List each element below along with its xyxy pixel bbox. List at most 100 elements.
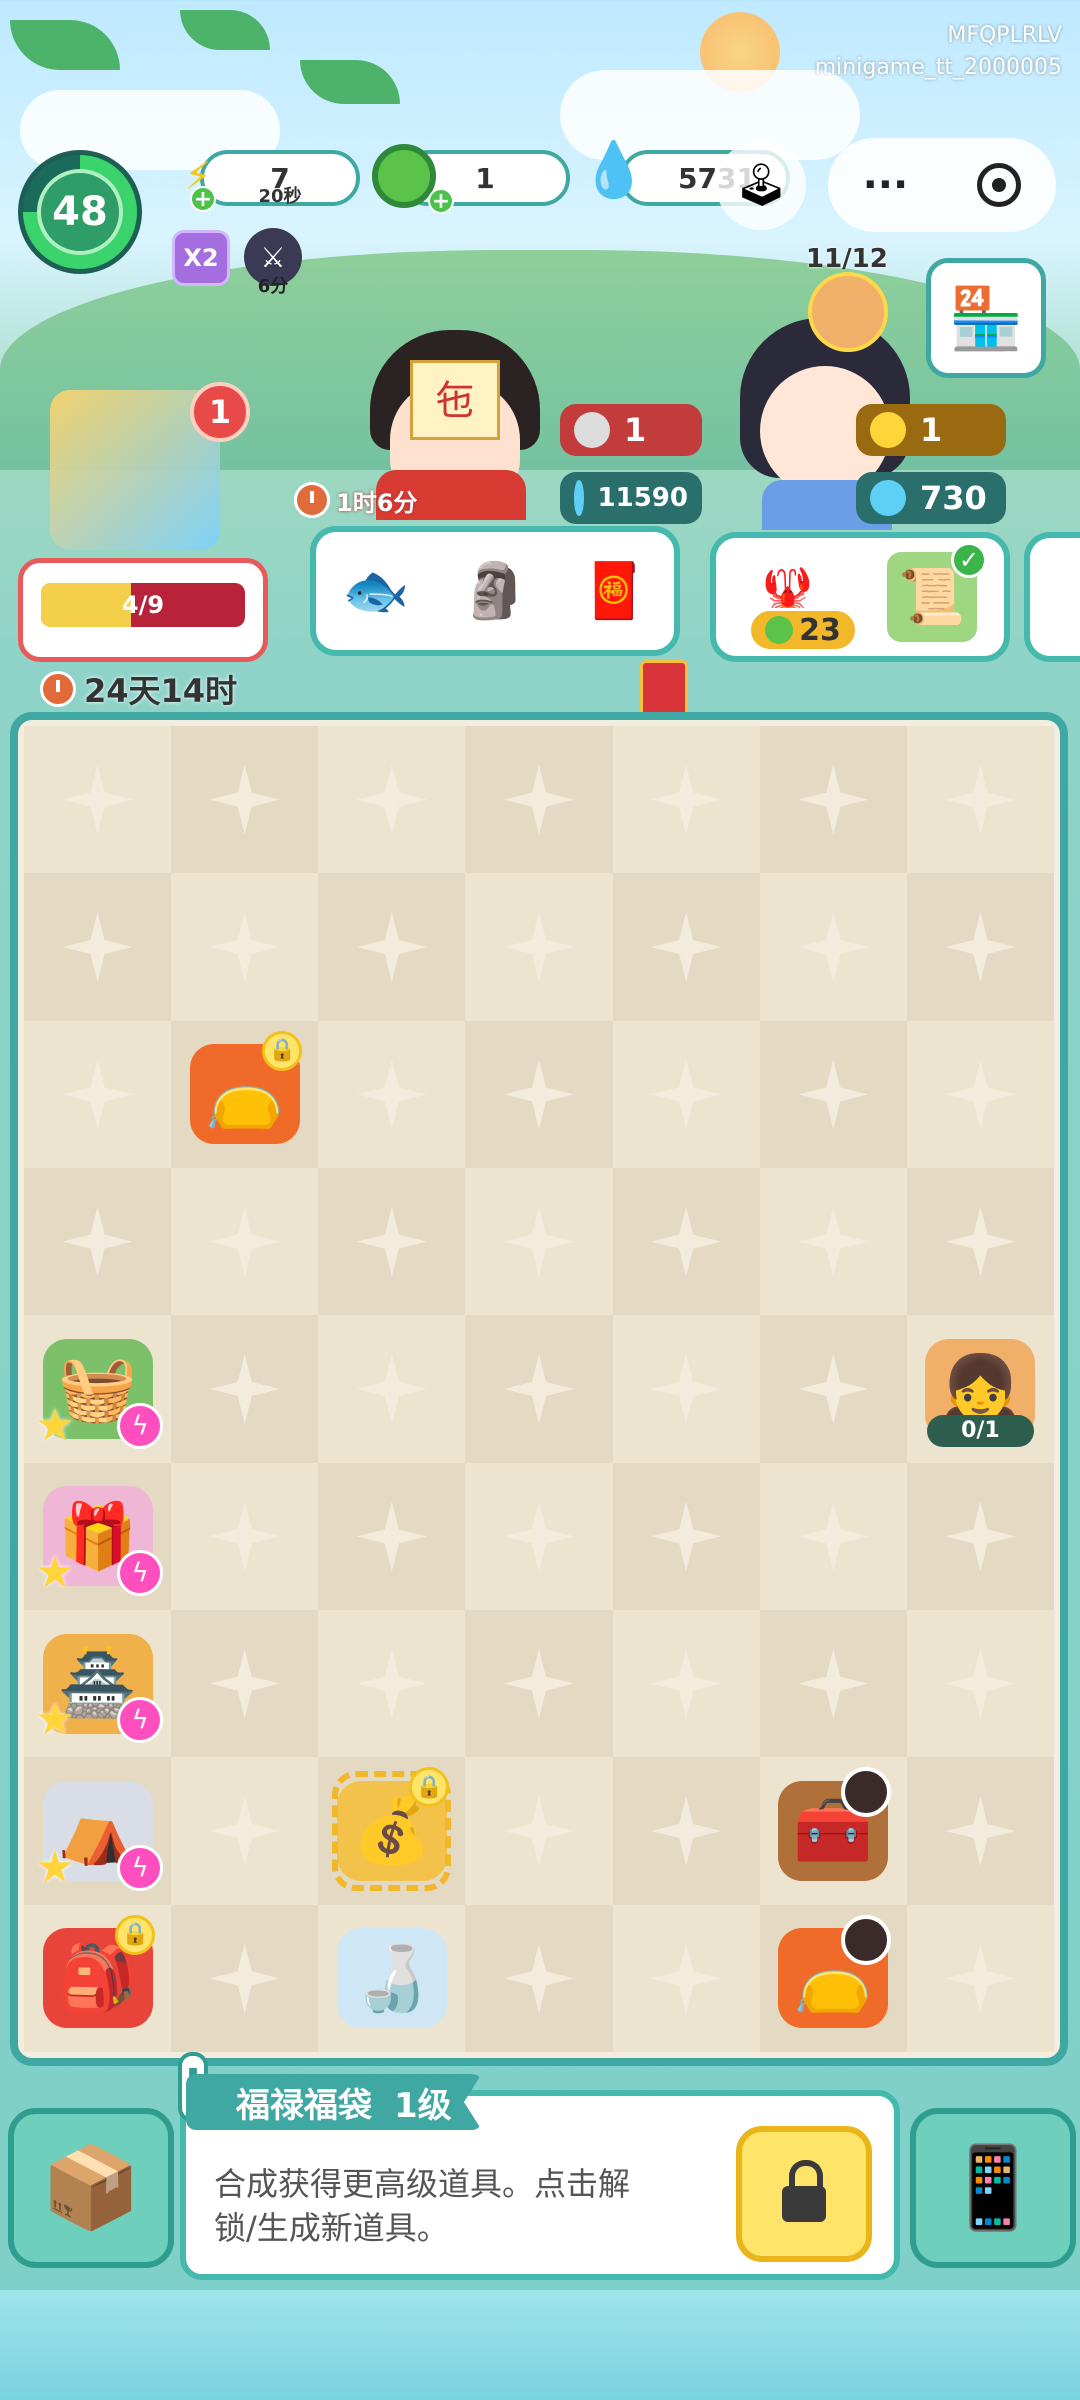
board-cell[interactable] — [612, 873, 760, 1021]
board-cell[interactable]: 🏯 ★ ϟ — [24, 1609, 172, 1758]
board-cell[interactable] — [906, 873, 1054, 1021]
circle-dot-icon — [992, 178, 1007, 192]
player-level-badge[interactable]: 48 — [18, 150, 142, 274]
board-cell[interactable] — [906, 1462, 1054, 1610]
board-cell[interactable]: 🎒 🔒 — [24, 1904, 172, 2052]
lock-icon: 🔒 — [115, 1914, 156, 1955]
board-cell[interactable] — [171, 726, 319, 874]
board-cell[interactable] — [24, 726, 172, 874]
board-cell[interactable] — [318, 873, 466, 1021]
board-cell[interactable] — [906, 1609, 1054, 1758]
board-cell[interactable] — [612, 1609, 760, 1758]
unlock-button[interactable] — [736, 2126, 872, 2262]
board-cell[interactable]: 🎁 ★ ϟ — [24, 1462, 172, 1610]
board-cell[interactable] — [465, 726, 613, 874]
board-cell[interactable]: ⛺ ★ ϟ — [24, 1757, 172, 1905]
board-cell[interactable] — [318, 1167, 466, 1316]
board-cell[interactable] — [465, 1757, 613, 1905]
energy-bolt-icon: ϟ — [117, 1844, 164, 1891]
board-cell[interactable] — [465, 1020, 613, 1168]
map-phone-button[interactable]: 📱 — [910, 2108, 1076, 2268]
board-cell[interactable] — [465, 1904, 613, 2052]
empty-slot-sparkle-icon — [651, 764, 722, 835]
board-cell[interactable] — [171, 1167, 319, 1316]
board-cell[interactable] — [612, 1167, 760, 1316]
board-cell[interactable] — [318, 1020, 466, 1168]
board-cell[interactable] — [465, 1315, 613, 1463]
board-cell[interactable] — [759, 1315, 907, 1463]
order-reward-badge: 23 — [748, 608, 858, 652]
board-cell[interactable] — [612, 726, 760, 874]
player-level-value: 48 — [37, 169, 123, 255]
board-cell[interactable] — [318, 1462, 466, 1610]
board-cell[interactable] — [759, 726, 907, 874]
order-card[interactable]: 🐟 🗿 🧧 — [310, 526, 680, 656]
double-buff-badge[interactable]: X2 — [172, 230, 230, 286]
order-card-partial[interactable] — [1024, 532, 1080, 662]
joystick-icon[interactable]: 🕹 — [716, 140, 806, 230]
board-cell[interactable] — [171, 1315, 319, 1463]
board-cell[interactable] — [906, 1020, 1054, 1168]
event-timer: 24天14时 — [40, 666, 237, 712]
board-cell[interactable] — [906, 1904, 1054, 2052]
close-miniapp-button[interactable] — [977, 163, 1022, 207]
board-cell[interactable] — [906, 1757, 1054, 1905]
board-cell[interactable] — [171, 1904, 319, 2052]
board-cell[interactable] — [906, 1167, 1054, 1316]
board-cell[interactable] — [318, 1315, 466, 1463]
reward-value: 1 — [624, 411, 647, 449]
board-cell[interactable]: 👧 0/1 — [906, 1315, 1054, 1463]
board-cell[interactable] — [24, 1167, 172, 1316]
board-cell[interactable]: 👝 — [759, 1904, 907, 2052]
empty-slot-sparkle-icon — [798, 1206, 869, 1277]
board-cell[interactable]: 👝 🔒 — [171, 1020, 319, 1168]
storage-box-button[interactable]: 📦 — [8, 2108, 174, 2268]
empty-slot-sparkle-icon — [651, 1795, 722, 1866]
board-cell[interactable] — [171, 1609, 319, 1758]
board-cell[interactable] — [759, 1167, 907, 1316]
board-cell[interactable] — [24, 1020, 172, 1168]
cooldown-clock-icon — [840, 1914, 891, 1965]
empty-slot-sparkle-icon — [62, 911, 133, 982]
star-icon: ★ — [35, 1399, 75, 1451]
board-cell[interactable] — [318, 1609, 466, 1758]
board-cell[interactable] — [612, 1315, 760, 1463]
shop-button[interactable]: 🏪 — [926, 258, 1046, 378]
board-cell[interactable] — [759, 1609, 907, 1758]
board-cell[interactable]: 💰 🔒 — [318, 1757, 466, 1905]
empty-slot-sparkle-icon — [945, 1501, 1016, 1572]
empty-slot-sparkle-icon — [651, 1206, 722, 1277]
empty-slot-sparkle-icon — [945, 1206, 1016, 1277]
board-cell[interactable] — [465, 1609, 613, 1758]
board-cell[interactable] — [318, 726, 466, 874]
padlock-icon — [782, 2160, 826, 2222]
board-cell[interactable] — [465, 873, 613, 1021]
board-cell[interactable] — [465, 1462, 613, 1610]
board-cell[interactable] — [171, 873, 319, 1021]
board-cell[interactable]: 🧺 ★ ϟ — [24, 1315, 172, 1463]
board-cell[interactable] — [759, 873, 907, 1021]
board-cell[interactable] — [171, 1757, 319, 1905]
board-cell[interactable]: 🍶 — [318, 1904, 466, 2052]
more-menu-button[interactable]: ··· — [863, 162, 909, 208]
board-cell[interactable] — [24, 873, 172, 1021]
board-cell[interactable] — [612, 1757, 760, 1905]
board-cell[interactable] — [612, 1904, 760, 2052]
empty-slot-sparkle-icon — [62, 764, 133, 835]
board-cell[interactable] — [612, 1020, 760, 1168]
empty-slot-sparkle-icon — [356, 764, 427, 835]
board-cell[interactable]: 🧰 — [759, 1757, 907, 1905]
board-cell[interactable] — [759, 1020, 907, 1168]
empty-slot-sparkle-icon — [503, 1059, 574, 1130]
board-cell[interactable] — [906, 726, 1054, 874]
sunflower-customer-avatar[interactable] — [808, 272, 888, 352]
playground-progress-card[interactable]: 4/9 — [18, 558, 268, 662]
board-cell[interactable] — [465, 1167, 613, 1316]
add-coin-button[interactable]: + — [428, 188, 454, 214]
board-cell[interactable] — [612, 1462, 760, 1610]
board-cell[interactable] — [171, 1462, 319, 1610]
empty-slot-sparkle-icon — [503, 1353, 574, 1424]
board-cell[interactable] — [759, 1462, 907, 1610]
glass-bottle-icon[interactable]: 🍶 — [336, 1928, 447, 2029]
add-energy-button[interactable]: + — [190, 186, 216, 212]
